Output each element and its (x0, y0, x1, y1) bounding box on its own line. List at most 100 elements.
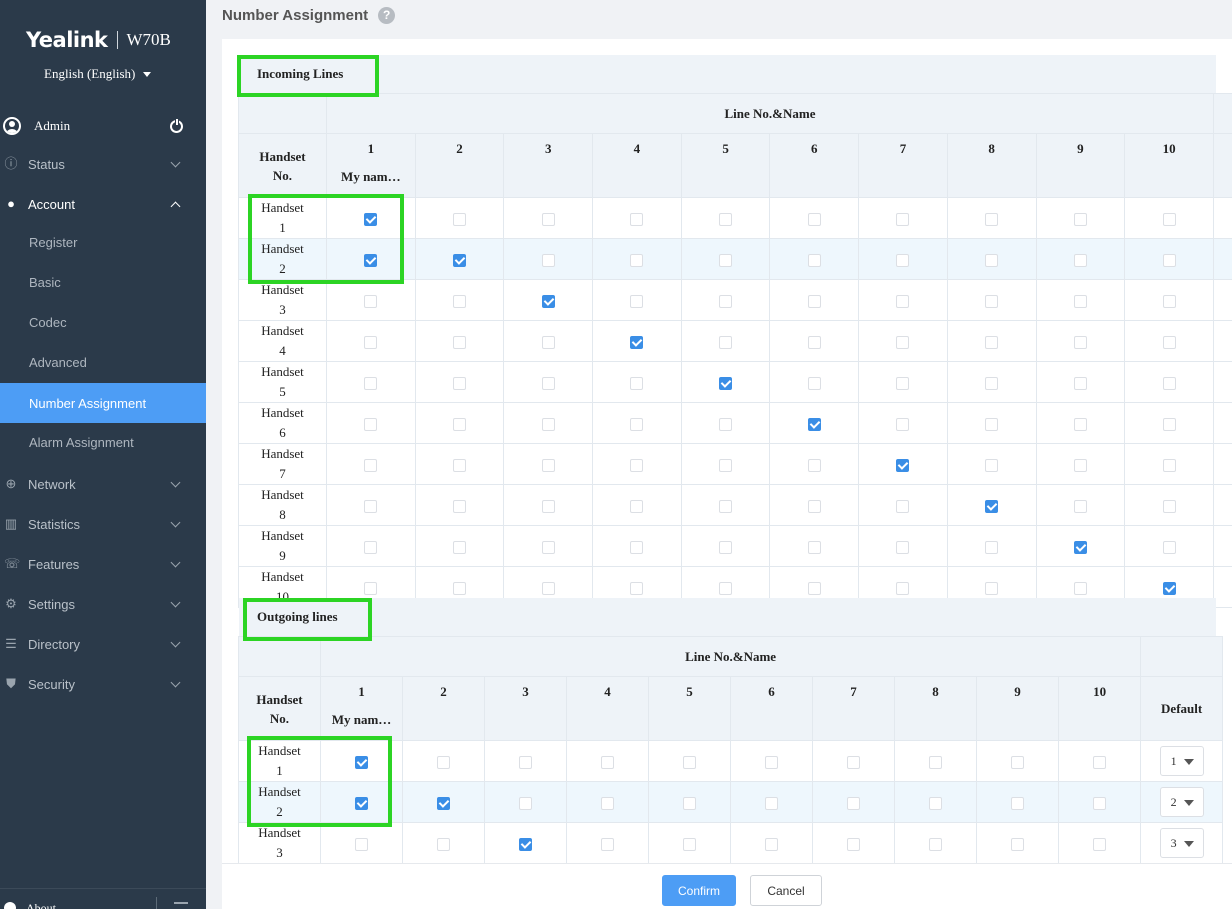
line-checkbox[interactable] (630, 581, 644, 595)
line-checkbox[interactable] (1073, 458, 1087, 472)
sidebar-item-account[interactable]: ● Account (0, 184, 206, 224)
help-icon[interactable]: ? (378, 7, 396, 24)
line-checkbox[interactable] (985, 581, 999, 595)
line-checkbox[interactable] (364, 212, 378, 226)
line-checkbox[interactable] (1162, 294, 1176, 308)
line-checkbox[interactable] (719, 540, 733, 554)
line-checkbox[interactable] (807, 581, 821, 595)
sidebar-subitem-register[interactable]: Register (0, 222, 206, 262)
line-checkbox[interactable] (519, 837, 532, 851)
line-checkbox[interactable] (765, 755, 778, 769)
line-checkbox[interactable] (541, 540, 555, 554)
line-checkbox[interactable] (765, 837, 778, 851)
line-checkbox[interactable] (437, 796, 450, 810)
line-checkbox[interactable] (630, 499, 644, 513)
line-checkbox[interactable] (847, 837, 860, 851)
line-checkbox[interactable] (1073, 581, 1087, 595)
line-checkbox[interactable] (364, 335, 378, 349)
line-checkbox[interactable] (630, 458, 644, 472)
line-checkbox[interactable] (807, 417, 821, 431)
line-checkbox[interactable] (719, 335, 733, 349)
line-checkbox[interactable] (847, 755, 860, 769)
line-checkbox[interactable] (630, 417, 644, 431)
line-checkbox[interactable] (985, 540, 999, 554)
line-checkbox[interactable] (807, 335, 821, 349)
line-checkbox[interactable] (719, 581, 733, 595)
line-checkbox[interactable] (929, 755, 942, 769)
line-checkbox[interactable] (437, 755, 450, 769)
line-checkbox[interactable] (847, 796, 860, 810)
sidebar-subitem-codec[interactable]: Codec (0, 302, 206, 342)
line-checkbox[interactable] (1011, 755, 1024, 769)
line-checkbox[interactable] (601, 755, 614, 769)
line-checkbox[interactable] (683, 755, 696, 769)
cancel-button[interactable]: Cancel (750, 875, 822, 906)
line-checkbox[interactable] (630, 376, 644, 390)
line-checkbox[interactable] (1073, 294, 1087, 308)
line-checkbox[interactable] (437, 837, 450, 851)
sidebar-subitem-alarm-assignment[interactable]: Alarm Assignment (0, 422, 206, 462)
line-checkbox[interactable] (541, 417, 555, 431)
line-checkbox[interactable] (364, 540, 378, 554)
line-checkbox[interactable] (1073, 253, 1087, 267)
line-checkbox[interactable] (541, 376, 555, 390)
line-checkbox[interactable] (364, 581, 378, 595)
default-line-select[interactable]: 3 (1159, 828, 1204, 858)
line-checkbox[interactable] (985, 376, 999, 390)
sidebar-subitem-basic[interactable]: Basic (0, 262, 206, 302)
sidebar-subitem-advanced[interactable]: Advanced (0, 342, 206, 382)
language-select[interactable]: English (English) (44, 66, 152, 82)
line-checkbox[interactable] (719, 458, 733, 472)
default-line-select[interactable]: 2 (1159, 787, 1204, 817)
power-icon[interactable] (170, 117, 183, 133)
line-checkbox[interactable] (683, 837, 696, 851)
line-checkbox[interactable] (1073, 335, 1087, 349)
line-checkbox[interactable] (985, 212, 999, 226)
line-checkbox[interactable] (601, 837, 614, 851)
line-checkbox[interactable] (1093, 837, 1107, 851)
line-checkbox[interactable] (719, 499, 733, 513)
line-checkbox[interactable] (453, 212, 467, 226)
line-checkbox[interactable] (1073, 212, 1087, 226)
line-checkbox[interactable] (364, 417, 378, 431)
line-checkbox[interactable] (630, 253, 644, 267)
about-row[interactable]: About (0, 888, 206, 909)
line-checkbox[interactable] (896, 335, 910, 349)
line-checkbox[interactable] (1162, 499, 1176, 513)
line-checkbox[interactable] (1162, 253, 1176, 267)
line-checkbox[interactable] (807, 458, 821, 472)
line-checkbox[interactable] (453, 540, 467, 554)
collapse-menu-icon[interactable] (174, 902, 188, 909)
line-checkbox[interactable] (1162, 458, 1176, 472)
line-checkbox[interactable] (896, 376, 910, 390)
line-checkbox[interactable] (896, 417, 910, 431)
line-checkbox[interactable] (985, 253, 999, 267)
line-checkbox[interactable] (896, 253, 910, 267)
line-checkbox[interactable] (985, 458, 999, 472)
line-checkbox[interactable] (519, 796, 532, 810)
line-checkbox[interactable] (1162, 335, 1176, 349)
line-checkbox[interactable] (1011, 796, 1024, 810)
line-checkbox[interactable] (364, 499, 378, 513)
line-checkbox[interactable] (541, 335, 555, 349)
line-checkbox[interactable] (896, 294, 910, 308)
line-checkbox[interactable] (355, 755, 368, 769)
sidebar-item-status[interactable]: ⓘ Status (0, 144, 206, 184)
line-checkbox[interactable] (364, 376, 378, 390)
line-checkbox[interactable] (364, 458, 378, 472)
line-checkbox[interactable] (453, 335, 467, 349)
sidebar-item-statistics[interactable]: ▥ Statistics (0, 504, 206, 544)
line-checkbox[interactable] (985, 417, 999, 431)
line-checkbox[interactable] (453, 376, 467, 390)
default-line-select[interactable]: 1 (1159, 746, 1204, 776)
line-checkbox[interactable] (929, 796, 942, 810)
line-checkbox[interactable] (630, 212, 644, 226)
line-checkbox[interactable] (630, 294, 644, 308)
line-checkbox[interactable] (896, 581, 910, 595)
line-checkbox[interactable] (985, 294, 999, 308)
line-checkbox[interactable] (807, 294, 821, 308)
sidebar-subitem-number-assignment[interactable]: Number Assignment (0, 383, 206, 423)
sidebar-item-network[interactable]: ⊕ Network (0, 464, 206, 504)
line-checkbox[interactable] (719, 376, 733, 390)
line-checkbox[interactable] (601, 796, 614, 810)
